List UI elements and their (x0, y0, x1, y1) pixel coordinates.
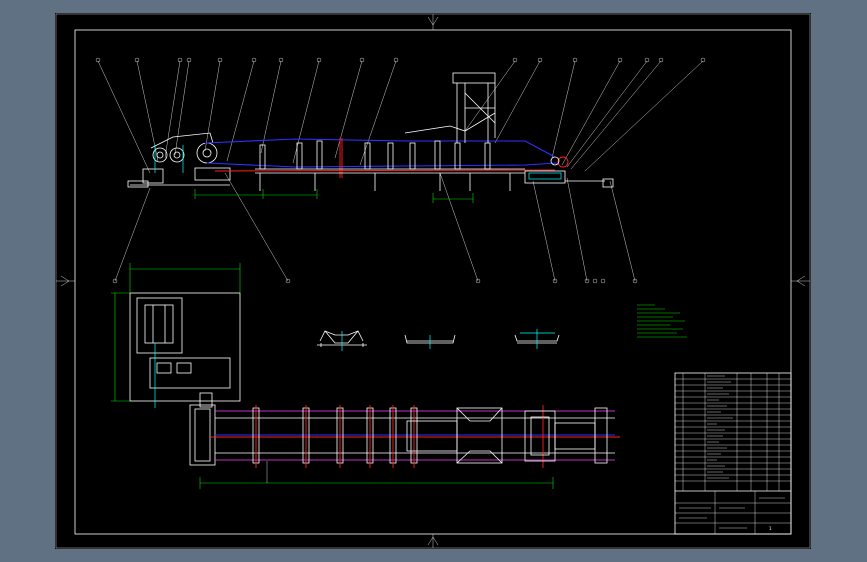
title-block: 1 (674, 372, 792, 535)
outer-border (55, 13, 811, 549)
technical-notes (637, 304, 687, 338)
title-block-scale: 1 (769, 526, 772, 531)
cad-drawing: 1 (55, 13, 811, 549)
tail-pulley (524, 156, 614, 188)
plan-view (189, 392, 620, 489)
drive-unit (127, 132, 231, 188)
elevation-dimensions (194, 189, 474, 203)
cad-viewport[interactable]: 1 (0, 0, 867, 562)
idler-section-flat (514, 329, 560, 349)
idler-section-troughed (317, 330, 367, 351)
elevation-view (95, 57, 706, 284)
conveyor-belt (204, 138, 558, 178)
leader-lines (97, 60, 704, 282)
end-view (111, 263, 241, 408)
centering-marks (56, 14, 810, 548)
feed-hopper (404, 72, 496, 143)
drawing-sheet: 1 (55, 13, 811, 549)
idler-section-return (404, 334, 456, 349)
